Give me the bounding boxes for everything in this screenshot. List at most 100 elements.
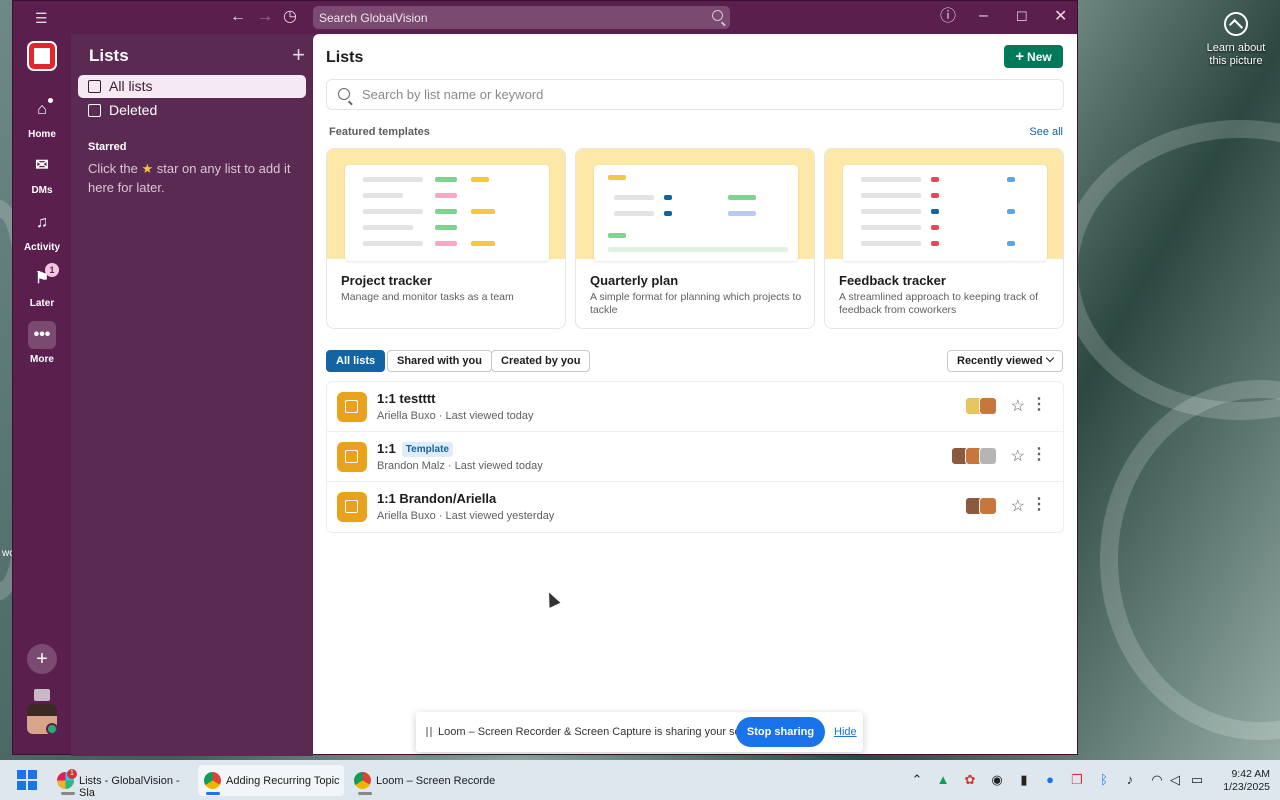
taskbar-item-slack[interactable]: 1 Lists - GlobalVision - Sla (51, 765, 191, 799)
filter-shared-with-you[interactable]: Shared with you (387, 350, 492, 372)
sort-dropdown[interactable]: Recently viewed (947, 350, 1063, 372)
list-row[interactable]: 1:1 Template Brandon Malz · Last viewed t… (327, 432, 1063, 482)
rail-item-dms[interactable]: ✉ DMs (13, 152, 71, 196)
rail-item-activity[interactable]: ♫ Activity (13, 209, 71, 253)
star-icon[interactable]: ☆ (1011, 446, 1025, 466)
screen-share-banner: Loom – Screen Recorder & Screen Capture … (416, 712, 863, 752)
workspace-logo[interactable] (27, 41, 57, 71)
lists-main-panel: Lists + New Search by list name or keywor… (313, 34, 1077, 754)
template-card-feedback-tracker[interactable]: Feedback tracker A streamlined approach … (824, 148, 1064, 329)
menu-icon[interactable]: ☰ (35, 10, 48, 26)
camera-icon (1224, 12, 1248, 36)
app-tray-icon[interactable]: ● (1042, 772, 1058, 788)
filter-all-lists[interactable]: All lists (326, 350, 386, 372)
windows-start-icon[interactable] (17, 770, 37, 790)
list-row[interactable]: 1:1 testttt Ariella Buxo · Last viewed t… (327, 382, 1063, 432)
template-card-quarterly-plan[interactable]: Quarterly plan A simple format for plann… (575, 148, 815, 329)
list-icon (337, 492, 367, 522)
template-preview (825, 149, 1063, 261)
list-meta: Ariella Buxo · Last viewed today (377, 410, 534, 422)
system-clock[interactable]: 9:42 AM 1/23/2025 (1223, 768, 1270, 794)
status-icon[interactable] (34, 689, 50, 701)
more-options-icon[interactable]: ⋮ (1031, 494, 1047, 514)
star-icon: ★ (141, 161, 154, 176)
list-icon (88, 80, 101, 93)
app-tray-icon[interactable]: ✿ (962, 772, 978, 788)
starred-hint: Click the ★ star on any list to add it h… (88, 161, 291, 195)
list-title: 1:1 Template (377, 441, 453, 457)
bell-icon: ♫ (36, 214, 48, 231)
new-list-button[interactable]: + New (1004, 45, 1063, 68)
dms-icon: ✉ (35, 157, 49, 174)
app-tray-icon[interactable]: ▮ (1016, 772, 1032, 788)
share-message: Loom – Screen Recorder & Screen Capture … (438, 726, 766, 738)
title-bar: ☰ ← → ◷ Search GlobalVision ⓘ – ☐ ✕ (13, 1, 1079, 34)
help-icon[interactable]: ⓘ (940, 9, 956, 25)
app-tray-icon[interactable]: ◉ (989, 772, 1005, 788)
later-badge: 1 (45, 263, 59, 277)
rail-item-later[interactable]: ⚑ 1 Later (13, 263, 71, 309)
hide-link[interactable]: Hide (834, 726, 857, 738)
chevron-up-icon[interactable]: ⌃ (909, 772, 925, 788)
template-tag: Template (401, 442, 453, 457)
taskbar-item-chrome-loom[interactable]: Loom – Screen Recorde (348, 765, 496, 796)
sidebar-item-all-lists[interactable]: All lists (78, 75, 306, 98)
list-icon (337, 392, 367, 422)
volume-icon[interactable]: ◁ (1167, 772, 1183, 788)
collaborator-avatars (965, 397, 997, 415)
list-meta: Ariella Buxo · Last viewed yesterday (377, 510, 555, 522)
google-drive-icon[interactable]: ▲ (935, 772, 951, 788)
add-workspace-button[interactable]: + (27, 644, 57, 674)
history-icon[interactable]: ◷ (283, 9, 297, 25)
plus-icon: + (1015, 48, 1025, 65)
battery-icon[interactable]: ▭ (1189, 772, 1205, 788)
rail-item-home[interactable]: ⌂ Home (13, 96, 71, 140)
see-all-link[interactable]: See all (1029, 126, 1063, 138)
list-search-input[interactable]: Search by list name or keyword (326, 79, 1064, 110)
wifi-icon[interactable]: ◠ (1149, 772, 1165, 788)
list-title: 1:1 testttt (377, 391, 436, 406)
global-search-bar[interactable]: Search GlobalVision (313, 6, 730, 29)
minimize-icon[interactable]: – (979, 8, 988, 24)
template-preview (327, 149, 565, 261)
list-row[interactable]: 1:1 Brandon/Ariella Ariella Buxo · Last … (327, 482, 1063, 532)
template-preview (576, 149, 814, 261)
collaborator-avatars (951, 447, 997, 465)
more-options-icon[interactable]: ⋮ (1031, 394, 1047, 414)
list-meta: Brandon Malz · Last viewed today (377, 460, 543, 472)
add-list-button[interactable]: + (292, 42, 305, 68)
app-tray-icon[interactable]: ❐ (1069, 772, 1085, 788)
chrome-icon (204, 772, 221, 789)
more-options-icon[interactable]: ⋮ (1031, 444, 1047, 464)
forward-arrow-icon[interactable]: → (257, 9, 273, 25)
avatar (979, 447, 997, 465)
learn-about-picture[interactable]: Learn about this picture (1202, 12, 1270, 68)
drag-handle-icon[interactable] (426, 727, 432, 737)
chrome-icon (354, 772, 371, 789)
microphone-icon[interactable]: ♪ (1122, 772, 1138, 788)
starred-heading: Starred (88, 141, 127, 153)
taskbar-item-chrome-topic[interactable]: Adding Recurring Topic (198, 765, 344, 796)
app-window: ☰ ← → ◷ Search GlobalVision ⓘ – ☐ ✕ ⌂ Ho… (12, 0, 1079, 756)
sidebar-item-deleted[interactable]: Deleted (78, 99, 306, 122)
rail-item-more[interactable]: ••• More (13, 321, 71, 365)
user-avatar[interactable] (27, 704, 57, 734)
workspace-rail: ⌂ Home ✉ DMs ♫ Activity ⚑ 1 Later ••• Mo… (13, 34, 71, 756)
star-icon[interactable]: ☆ (1011, 496, 1025, 516)
back-arrow-icon[interactable]: ← (230, 9, 246, 25)
list-icon (337, 442, 367, 472)
avatar (979, 497, 997, 515)
template-card-project-tracker[interactable]: Project tracker Manage and monitor tasks… (326, 148, 566, 329)
filter-created-by-you[interactable]: Created by you (491, 350, 591, 372)
maximize-icon[interactable]: ☐ (1016, 9, 1028, 25)
close-icon[interactable]: ✕ (1054, 9, 1067, 25)
lists-sidebar: Lists + All lists Deleted Starred Click … (71, 34, 313, 756)
bluetooth-icon[interactable]: ᛒ (1096, 772, 1112, 788)
more-icon: ••• (28, 321, 56, 349)
stop-sharing-button[interactable]: Stop sharing (736, 717, 825, 747)
search-icon (338, 88, 350, 100)
star-icon[interactable]: ☆ (1011, 396, 1025, 416)
avatar (979, 397, 997, 415)
search-icon (712, 10, 723, 21)
collaborator-avatars (965, 497, 997, 515)
